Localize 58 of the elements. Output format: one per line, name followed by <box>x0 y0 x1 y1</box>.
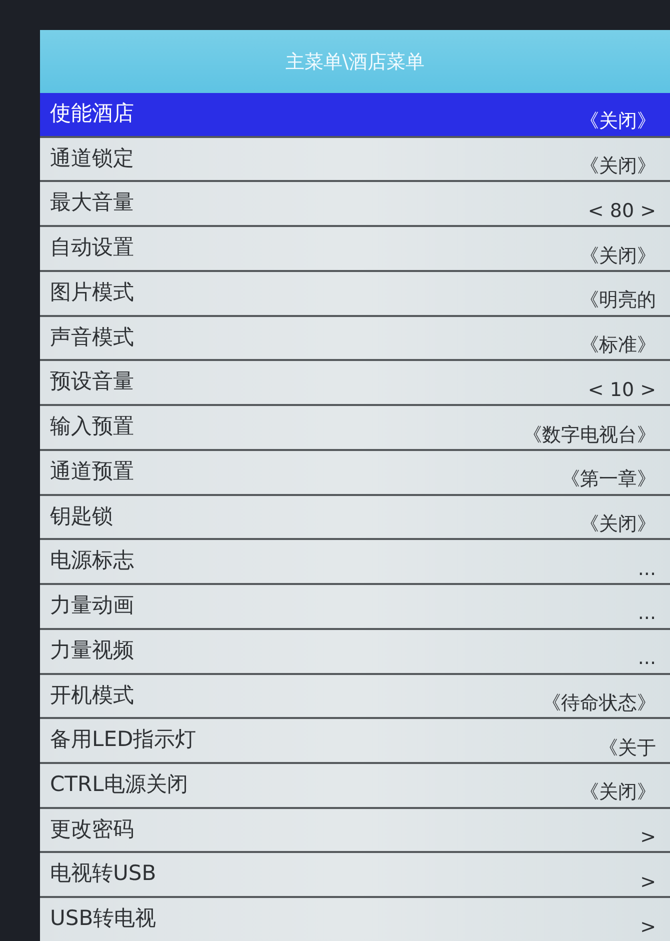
menu-row[interactable]: 通道锁定 《关闭》 <box>40 136 670 180</box>
menu-item-label: 输入预置 <box>50 413 134 440</box>
menu-item-value: 《关闭》 <box>580 512 656 537</box>
menu-item-label: 电视转USB <box>50 860 156 888</box>
menu-item-value: < 10 > <box>588 378 656 401</box>
menu-item-value: 《关于 <box>599 736 656 761</box>
menu-row[interactable]: 开机模式 《待命状态》 <box>40 672 670 718</box>
menu-row[interactable]: 输入预置 《数字电视台》 <box>40 404 670 449</box>
menu-row[interactable]: 力量动画 ... <box>40 583 670 628</box>
menu-item-value: ... <box>638 558 656 580</box>
menu-item-value: ... <box>638 647 656 670</box>
menu-row[interactable]: CTRL电源关闭 《关闭》 <box>40 762 670 807</box>
menu-row[interactable]: 电视转USB > <box>40 851 670 896</box>
menu-item-value: < 80 > <box>588 200 656 222</box>
menu-item-label: USB转电视 <box>50 905 156 932</box>
menu-row[interactable]: 钥匙锁 《关闭》 <box>40 494 670 538</box>
menu-row[interactable]: 电源标志 ... <box>40 538 670 584</box>
menu-row[interactable]: 使能酒店 《关闭》 <box>40 93 670 136</box>
menu-item-value: > <box>640 870 656 893</box>
menu-row[interactable]: 更改密码 > <box>40 806 670 852</box>
menu-item-value: 《标准》 <box>580 333 656 358</box>
menu-item-label: 力量视频 <box>50 636 134 664</box>
menu-row[interactable]: 自动设置 《关闭》 <box>40 225 670 270</box>
menu-item-value: 《数字电视台》 <box>523 422 656 448</box>
menu-item-value: > <box>640 826 656 848</box>
menu-row[interactable]: USB转电视 > <box>40 896 670 941</box>
menu-item-label: 电源标志 <box>50 547 134 574</box>
menu-row[interactable]: 备用LED指示灯 《关于 <box>40 717 670 762</box>
menu-item-value: 《待命状态》 <box>542 690 656 716</box>
menu-title: 主菜单\酒店菜单 <box>285 50 425 74</box>
menu-item-value: ... <box>638 602 656 624</box>
menu-item-label: 钥匙锁 <box>50 502 113 530</box>
menu-item-value: 《关闭》 <box>580 244 656 269</box>
menu-item-label: 自动设置 <box>50 234 134 262</box>
menu-item-label: 预设音量 <box>50 368 134 396</box>
menu-item-value: 《关闭》 <box>580 780 656 806</box>
menu-item-label: 更改密码 <box>50 816 134 843</box>
menu-item-label: 通道预置 <box>50 458 134 485</box>
menu-item-label: 最大音量 <box>50 189 134 216</box>
menu-item-label: 开机模式 <box>50 682 134 709</box>
menu-item-value: 《明亮的 <box>580 288 656 314</box>
menu-row[interactable]: 预设音量 < 10 > <box>40 359 670 404</box>
menu-item-label: 力量动画 <box>50 592 134 620</box>
menu-row[interactable]: 声音模式 《标准》 <box>40 314 670 360</box>
menu-item-value: 《关闭》 <box>580 109 656 134</box>
menu-item-value: > <box>640 916 656 938</box>
menu-row[interactable]: 力量视频 ... <box>40 628 670 673</box>
menu-row[interactable]: 通道预置 《第一章》 <box>40 448 670 494</box>
menu-row[interactable]: 图片模式 《明亮的 <box>40 270 670 315</box>
menu-item-label: 声音模式 <box>50 324 134 351</box>
menu-item-value: 《关闭》 <box>580 154 656 180</box>
menu-row[interactable]: 最大音量 < 80 > <box>40 180 670 226</box>
menu-item-value: 《第一章》 <box>561 467 656 492</box>
menu-item-label: CTRL电源关闭 <box>50 771 188 798</box>
menu-item-label: 备用LED指示灯 <box>50 726 196 754</box>
menu-item-label: 图片模式 <box>50 278 134 306</box>
menu-item-label: 通道锁定 <box>50 144 134 172</box>
menu-item-label: 使能酒店 <box>50 100 134 127</box>
